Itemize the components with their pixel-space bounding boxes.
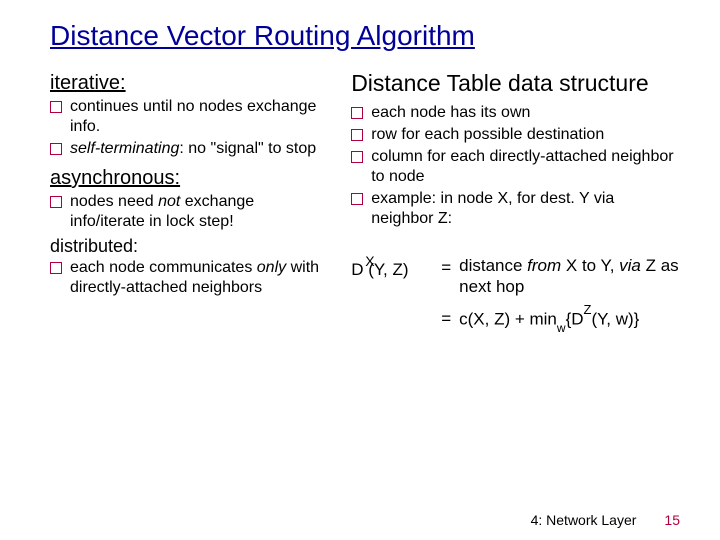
formula-row: X D (Y, Z) = distance from X to Y, via Z…	[351, 255, 680, 333]
formula-expression: c(X, Z) + minw{DZ(Y, w)}	[459, 306, 639, 333]
slide-title: Distance Vector Routing Algorithm	[50, 20, 680, 52]
list-item: row for each possible destination	[351, 125, 680, 145]
iterative-heading: iterative:	[50, 72, 327, 95]
list-item: continues until no nodes exchange info.	[50, 97, 327, 137]
formula-block: X D (Y, Z) = distance from X to Y, via Z…	[351, 255, 680, 333]
distance-table-heading: Distance Table data structure	[351, 70, 680, 97]
list-item: each node communicates only with directl…	[50, 258, 327, 298]
list-item: column for each directly-attached neighb…	[351, 147, 680, 187]
emphasis: not	[158, 193, 180, 210]
chapter-label: 4: Network Layer	[531, 512, 637, 528]
two-column-layout: iterative: continues until no nodes exch…	[50, 70, 680, 333]
formula-rhs-line2: = c(X, Z) + minw{DZ(Y, w)}	[441, 306, 680, 333]
asynchronous-heading: asynchronous:	[50, 167, 327, 190]
subscript: w	[557, 321, 566, 335]
emphasis: from	[527, 256, 561, 275]
page-number: 15	[664, 512, 680, 528]
iterative-list: continues until no nodes exchange info. …	[50, 97, 327, 159]
list-item: self-terminating: no "signal" to stop	[50, 139, 327, 159]
emphasis: only	[257, 259, 286, 276]
emphasis: self-terminating	[70, 140, 179, 157]
equals-sign: =	[441, 255, 451, 278]
text: : no "signal" to stop	[179, 140, 316, 157]
slide-footer: 4: Network Layer 15	[531, 512, 680, 528]
formula-lhs: X D (Y, Z)	[351, 255, 431, 280]
formula-rhs-stack: = distance from X to Y, via Z as next ho…	[441, 255, 680, 333]
list-item: each node has its own	[351, 103, 680, 123]
distributed-heading: distributed:	[50, 236, 327, 257]
distributed-list: each node communicates only with directl…	[50, 258, 327, 298]
text: distance from X to Y, via Z as next hop	[459, 255, 680, 298]
emphasis: via	[619, 256, 641, 275]
left-column: iterative: continues until no nodes exch…	[50, 70, 327, 333]
distance-table-list: each node has its own row for each possi…	[351, 103, 680, 229]
list-item: nodes need not exchange info/iterate in …	[50, 192, 327, 232]
formula-rhs-line1: = distance from X to Y, via Z as next ho…	[441, 255, 680, 298]
text: each node communicates	[70, 259, 257, 276]
superscript: Z	[584, 302, 592, 317]
list-item: example: in node X, for dest. Y via neig…	[351, 189, 680, 229]
right-column: Distance Table data structure each node …	[351, 70, 680, 333]
superscript: X	[365, 253, 374, 271]
text: D (Y, Z)	[351, 260, 408, 279]
asynchronous-list: nodes need not exchange info/iterate in …	[50, 192, 327, 232]
equals-sign: =	[441, 306, 451, 329]
text: nodes need	[70, 193, 158, 210]
